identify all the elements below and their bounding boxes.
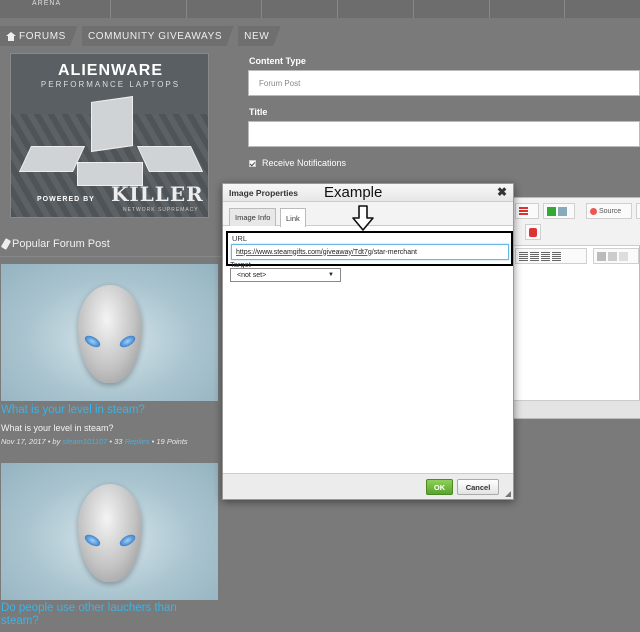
content-type-label: Content Type	[249, 56, 306, 66]
alien-eye	[117, 532, 138, 549]
breadcrumb-forums-label: FORUMS	[19, 30, 66, 42]
alien-eye	[117, 333, 138, 350]
post-excerpt: What is your level in steam?	[1, 423, 114, 433]
ad-subtitle: PERFORMANCE LAPTOPS	[40, 80, 181, 89]
source-button[interactable]: Source	[586, 203, 632, 219]
post-by: by	[52, 437, 61, 446]
divider	[0, 256, 228, 257]
editor-toolbar: Source	[513, 198, 640, 246]
post-points: 19 Points	[156, 437, 188, 446]
align-right-icon	[541, 251, 550, 261]
nav-item[interactable]	[412, 0, 489, 18]
post-replies-count: 33	[114, 437, 123, 446]
resize-handle-icon[interactable]	[505, 491, 511, 497]
site-brand[interactable]: ARENA	[0, 0, 110, 18]
post-title-link[interactable]: What is your level in steam?	[1, 404, 145, 416]
alienware-alien-icon	[78, 484, 142, 582]
title-input[interactable]	[248, 121, 640, 147]
receive-notifications-row[interactable]: Receive Notifications	[249, 158, 346, 168]
clipboard-buttons[interactable]	[593, 248, 639, 264]
table-button[interactable]	[515, 203, 539, 219]
source-button-label: Source	[599, 207, 622, 215]
ad-title: ALIENWARE	[58, 62, 163, 79]
nav-item[interactable]	[337, 0, 413, 18]
alien-eye	[82, 333, 103, 350]
toolbar-button[interactable]	[636, 203, 640, 219]
ad-laptop-image	[136, 146, 204, 172]
alienware-ad-banner[interactable]: ALIENWARE PERFORMANCE LAPTOPS POWERED BY…	[10, 53, 209, 218]
receive-notifications-checkbox[interactable]	[249, 159, 256, 167]
url-value-suffix: /star-merchant	[371, 248, 417, 256]
table-icon	[519, 206, 528, 216]
paste-icon	[597, 251, 606, 261]
align-center-icon	[530, 251, 539, 261]
show-blocks-icon	[558, 206, 567, 216]
url-label: URL	[232, 234, 248, 243]
breadcrumb-forums[interactable]: FORUMS	[0, 26, 78, 46]
breadcrumb-new[interactable]: NEW	[238, 26, 282, 46]
receive-notifications-label: Receive Notifications	[262, 158, 347, 168]
align-left-icon	[519, 251, 528, 261]
tab-image-info[interactable]: Image Info	[229, 208, 277, 226]
post-thumbnail[interactable]	[1, 463, 218, 600]
dialog-title: Image Properties	[229, 187, 298, 198]
content-type-select[interactable]: Forum Post	[248, 70, 640, 96]
nav-item[interactable]	[564, 0, 640, 18]
source-icon	[590, 207, 597, 215]
youtube-icon	[529, 227, 537, 237]
tab-link[interactable]: Link	[280, 208, 306, 227]
editor-status-bar	[513, 400, 640, 418]
post-author-link[interactable]: steam101107	[62, 437, 107, 446]
post-meta: Nov 17, 2017 • by steam101107 • 33 Repli…	[1, 437, 188, 446]
home-icon	[6, 31, 16, 41]
breadcrumb-new-label: NEW	[244, 30, 270, 42]
paste-word-icon	[619, 251, 628, 261]
nav-item[interactable]	[185, 0, 262, 18]
alienware-alien-icon	[78, 285, 142, 383]
nav-item[interactable]	[110, 0, 186, 18]
cancel-button[interactable]: Cancel	[457, 479, 499, 495]
paste-text-icon	[608, 251, 617, 261]
popular-forum-post-heading: Popular Forum Post	[0, 238, 110, 250]
post-replies-link[interactable]: Replies	[125, 437, 150, 446]
dialog-footer: OK Cancel	[223, 473, 513, 499]
breadcrumb: FORUMS COMMUNITY GIVEAWAYS NEW	[0, 26, 285, 46]
ok-button[interactable]: OK	[426, 479, 453, 495]
target-select-value: <not set>	[237, 271, 267, 279]
nav-item[interactable]	[261, 0, 337, 18]
pencil-icon	[0, 238, 12, 250]
breadcrumb-community-giveaways[interactable]: COMMUNITY GIVEAWAYS	[81, 26, 235, 46]
close-icon[interactable]: ✖	[497, 186, 507, 199]
url-value-prefix: https://www.steamgifts.com/giveaway/	[236, 248, 354, 256]
align-buttons[interactable]	[515, 248, 587, 264]
post-date: Nov 17, 2017	[1, 437, 46, 446]
target-select[interactable]: <not set> ▼	[230, 268, 341, 282]
url-highlight-box: URL https://www.steamgifts.com/giveaway/…	[226, 231, 513, 266]
post-title-link[interactable]: Do people use other lauchers than steam?	[1, 602, 201, 628]
down-arrow-icon	[352, 205, 374, 231]
annotation-text: Example	[324, 184, 383, 201]
title-label: Title	[249, 107, 268, 117]
rich-text-editor[interactable]: Source	[512, 197, 640, 419]
ad-powered-by: POWERED BY	[37, 196, 95, 203]
maximize-button[interactable]	[543, 203, 575, 219]
align-justify-icon	[552, 251, 561, 261]
top-navigation-bar: ARENA	[0, 0, 640, 18]
chevron-down-icon: ▼	[328, 272, 334, 278]
ad-laptop-image	[91, 96, 133, 152]
nav-item[interactable]	[488, 0, 565, 18]
alien-eye	[82, 532, 103, 549]
post-thumbnail[interactable]	[1, 264, 218, 401]
ad-killer-logo: KILLER	[111, 182, 204, 206]
popular-heading-label: Popular Forum Post	[12, 238, 110, 250]
subnav-strip	[0, 18, 640, 26]
breadcrumb-community-giveaways-label: COMMUNITY GIVEAWAYS	[87, 30, 223, 42]
maximize-icon	[547, 206, 556, 216]
url-value-code: Tdt7g	[353, 248, 372, 256]
youtube-button[interactable]	[525, 224, 541, 240]
url-input[interactable]: https://www.steamgifts.com/giveaway/Tdt7…	[231, 244, 509, 260]
ad-killer-tagline: NETWORK SUPREMACY	[123, 207, 199, 213]
